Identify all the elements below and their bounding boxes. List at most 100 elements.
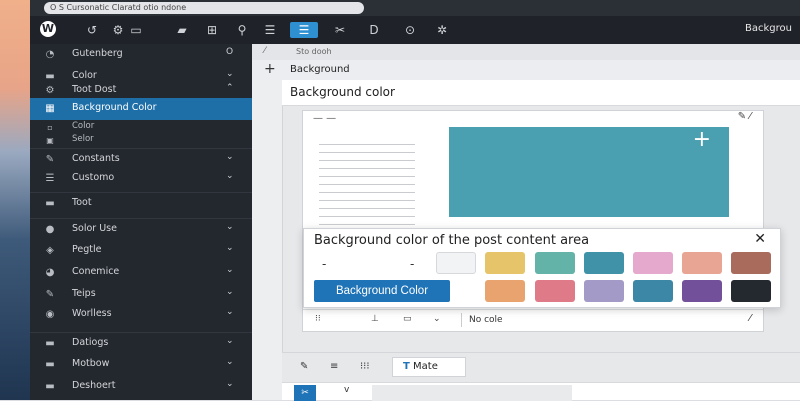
sidebar: ◔ Gutenberg O ▬ Color ⌄ ⚙ Toot Dost ⌃ ▦ … (30, 44, 252, 400)
sidebar-item-label: Selor (72, 134, 94, 144)
grid-icon[interactable]: ⊞ (204, 22, 220, 38)
sidebar-item-pegtle[interactable]: ◈ Pegtle ⌄ (30, 240, 252, 262)
calendar-icon[interactable]: ▭ (403, 314, 412, 324)
color-swatch[interactable] (731, 252, 771, 274)
chevron-down-icon: ⌄ (226, 336, 234, 346)
tool-icons[interactable]: ✎ ⁄ (738, 111, 751, 122)
settings-icon: ⚙ (45, 85, 55, 96)
color-swatch[interactable] (535, 280, 575, 302)
popover-title: Background color of the post content are… (314, 233, 590, 248)
color-swatch[interactable] (633, 252, 673, 274)
menu-icon[interactable]: ☰ (290, 22, 318, 38)
sidebar-item-label: Gutenberg (72, 48, 123, 59)
close-icon[interactable]: ✕ (754, 231, 766, 247)
color-swatch[interactable] (584, 280, 624, 302)
chevron-icon[interactable]: v (344, 385, 349, 395)
grid-icon[interactable]: ⁝⁝⁝ (360, 361, 370, 372)
brush-icon[interactable]: ⚲ (234, 22, 250, 38)
color-popover: Background color of the post content are… (303, 228, 781, 308)
sidebar-item-constants[interactable]: ✎ Constants ⌄ (30, 148, 252, 170)
sidebar-item-label: Motbow (72, 358, 110, 369)
no-color-label: No cole (469, 315, 503, 325)
sidebar-item-label: Constants (72, 153, 120, 164)
sidebar-item-deshoert[interactable]: ▬ Deshoert ⌄ (30, 376, 252, 398)
chevron-down-icon: ⌄ (226, 152, 234, 162)
settings-icon[interactable]: ✲ (434, 22, 450, 38)
sidebar-item-datiogs[interactable]: ▬ Datiogs ⌄ (30, 332, 252, 354)
sidebar-item-label: Background Color (72, 102, 157, 113)
sidebar-item-label: Teips (72, 288, 96, 299)
panel-header: + Background (252, 60, 800, 80)
color-swatch[interactable] (436, 252, 476, 274)
sidebar-item-label: Customo (72, 172, 115, 183)
sidebar-item-label: Toot Dost (72, 84, 117, 95)
color-swatch[interactable] (535, 252, 575, 274)
sidebar-item-conemice[interactable]: ◕ Conemice ⌄ (30, 262, 252, 284)
comment-icon[interactable]: ▭ (128, 22, 144, 38)
page-title: Background color (290, 85, 395, 99)
admin-bar: W ↺ ⚙ ▭ ▰ ⊞ ⚲ ☰ ☰ ✂ D ⊙ ✲ Backgrou (30, 16, 800, 44)
pencil-icon[interactable]: ✎ (300, 361, 308, 372)
color-swatch[interactable] (584, 252, 624, 274)
color-swatch[interactable] (633, 280, 673, 302)
preview-toolbar: ⁝⁝ ⊥ ▭ ⌄ No cole ⁄ (303, 309, 763, 331)
sidebar-item-toot[interactable]: ▬ Toot (30, 192, 252, 214)
color-swatch[interactable] (682, 252, 722, 274)
sidebar-item-solor-use[interactable]: ● Solor Use ⌄ (30, 218, 252, 240)
chevron-down-icon: ⌄ (226, 171, 234, 181)
chevron-down-icon: ⌄ (226, 265, 234, 275)
list-icon[interactable]: ☰ (262, 22, 278, 38)
chevron-down-icon: ⌄ (226, 69, 234, 79)
divider (461, 313, 462, 327)
add-icon[interactable]: + (693, 127, 711, 152)
folder-icon: ▬ (45, 359, 55, 370)
color-swatch[interactable] (485, 280, 525, 302)
mate-button[interactable]: T Mate (392, 357, 466, 377)
grid-icon[interactable]: ⁝⁝ (315, 314, 321, 324)
tools-icon[interactable]: ✂ (294, 385, 316, 401)
address-bar[interactable]: O S Cursonatic Claratd otio ndone (44, 2, 364, 14)
user-icon: ● (45, 224, 55, 235)
tools-icon[interactable]: ✂ (332, 22, 348, 38)
sidebar-item-label: Deshoert (72, 380, 116, 391)
sidebar-item-gutenberg[interactable]: ◔ Gutenberg O (30, 44, 252, 66)
palette-icon: ◔ (45, 49, 55, 60)
d-icon[interactable]: D (366, 22, 382, 38)
sidebar-item-label: Conemice (72, 266, 120, 277)
wordpress-logo-icon[interactable]: W (40, 21, 56, 37)
sidebar-item-teips[interactable]: ✎ Teips ⌄ (30, 284, 252, 306)
color-swatch[interactable] (731, 280, 771, 302)
sync-icon[interactable]: ↺ (84, 22, 100, 38)
text-icon: T (403, 361, 410, 372)
admin-bar-user[interactable]: Backgrou (745, 23, 792, 34)
chevron-down-icon: ⌄ (226, 379, 234, 389)
sidebar-item-motbow[interactable]: ▬ Motbow ⌄ (30, 354, 252, 376)
sidebar-subitem-color[interactable]: ▫ Color (30, 120, 252, 134)
sidebar-item-background-color[interactable]: ▦ Background Color (30, 98, 252, 120)
brush-icon[interactable]: ⁄ (749, 313, 751, 324)
background-color-button[interactable]: Background Color (314, 280, 450, 302)
browser-window: O S Cursonatic Claratd otio ndone W ↺ ⚙ … (30, 0, 800, 401)
circle-icon: O (226, 47, 234, 57)
color-swatch[interactable] (682, 280, 722, 302)
sidebar-item-label: Solor Use (72, 223, 117, 234)
color-block[interactable]: + (449, 127, 729, 217)
circle-icon[interactable]: ⊙ (402, 22, 418, 38)
align-icon[interactable]: ⊥ (371, 314, 379, 324)
mate-label: Mate (413, 361, 438, 372)
list-icon[interactable]: ≡ (330, 361, 338, 372)
gear-icon[interactable]: ⚙ (110, 22, 126, 38)
sidebar-item-worlless[interactable]: ◉ Worlless ⌄ (30, 304, 252, 326)
color-swatch[interactable] (485, 252, 525, 274)
chevron-down-icon[interactable]: ⌄ (433, 314, 441, 324)
footer-field[interactable] (372, 385, 572, 401)
edit-icon[interactable]: ⁄ (264, 46, 266, 56)
chat-icon[interactable]: ▰ (174, 22, 190, 38)
dash-icon: - (410, 257, 415, 271)
sidebar-item-customo[interactable]: ☰ Customo ⌄ (30, 168, 252, 190)
sidebar-subitem-selor[interactable]: ▣ Selor (30, 133, 252, 147)
folder-icon: ▬ (45, 381, 55, 392)
palette-icon: ◕ (45, 267, 55, 278)
list-icon: ☰ (45, 173, 55, 184)
add-block-icon[interactable]: + (264, 61, 276, 77)
